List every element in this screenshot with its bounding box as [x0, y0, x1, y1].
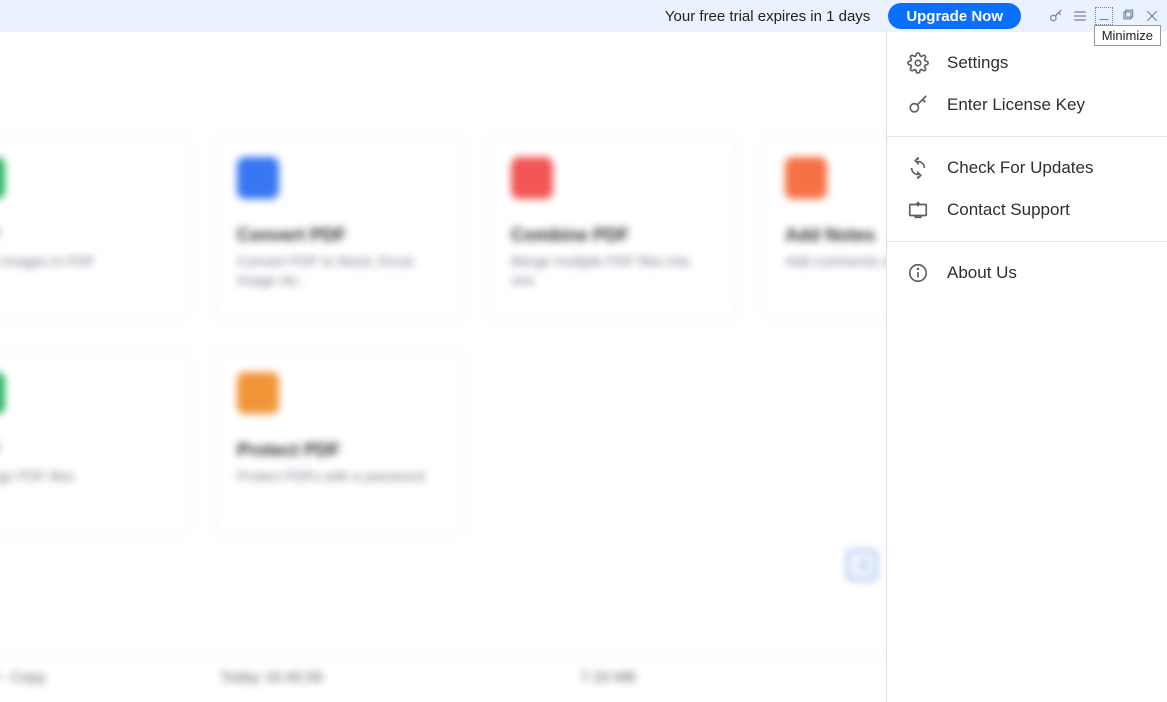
key-icon[interactable] [1047, 7, 1065, 25]
minimize-button[interactable] [1095, 7, 1113, 25]
edit-card[interactable]: PDF text & images in PDF [0, 134, 190, 319]
edit-title: PDF [0, 225, 167, 246]
menu-settings[interactable]: Settings [887, 42, 1167, 84]
recent-file-size: 7.33 MB [580, 669, 780, 686]
recent-file-name: ers of - Copy [0, 669, 220, 686]
gear-icon [907, 52, 929, 74]
trial-text: Your free trial expires in 1 days [665, 8, 870, 25]
menu-license-label: Enter License Key [947, 95, 1085, 115]
menu-support-label: Contact Support [947, 200, 1070, 220]
protect-card[interactable]: Protect PDF Protect PDFs with a password [214, 349, 464, 534]
convert-card[interactable]: Convert PDF Convert PDF to Word, Excel, … [214, 134, 464, 319]
menu-updates-label: Check For Updates [947, 158, 1093, 178]
menu-support[interactable]: Contact Support [887, 189, 1167, 231]
info-icon [907, 262, 929, 284]
refresh-icon [907, 157, 929, 179]
protect-desc: Protect PDFs with a password [237, 467, 441, 486]
combine-desc: Merge multiple PDF files into one [511, 252, 715, 290]
app-menu: Settings Enter License Key Check For Upd… [886, 32, 1167, 702]
maximize-button[interactable] [1119, 7, 1137, 25]
key-icon [907, 94, 929, 116]
recent-file-date: Today 16:46:58 [220, 669, 580, 686]
menu-license[interactable]: Enter License Key [887, 84, 1167, 126]
combine-card[interactable]: Combine PDF Merge multiple PDF files int… [488, 134, 738, 319]
close-button[interactable] [1143, 7, 1161, 25]
minimize-tooltip: Minimize [1094, 25, 1161, 46]
protect-title: Protect PDF [237, 440, 441, 461]
convert-desc: Convert PDF to Word, Excel, Image etc. [237, 252, 441, 290]
list-view-icon[interactable] [847, 550, 877, 580]
support-icon [907, 199, 929, 221]
menu-settings-label: Settings [947, 53, 1008, 73]
menu-about[interactable]: About Us [887, 252, 1167, 294]
upgrade-button[interactable]: Upgrade Now [888, 3, 1021, 29]
menu-icon[interactable] [1071, 7, 1089, 25]
edit-desc: text & images in PDF [0, 252, 167, 271]
combine-title: Combine PDF [511, 225, 715, 246]
trial-banner: Your free trial expires in 1 days Upgrad… [0, 0, 1167, 32]
sign-desc: ally sign PDF files [0, 467, 167, 486]
menu-updates[interactable]: Check For Updates [887, 147, 1167, 189]
sign-title: PDF [0, 440, 167, 461]
convert-title: Convert PDF [237, 225, 441, 246]
sign-card[interactable]: PDF ally sign PDF files [0, 349, 190, 534]
recent-file-row[interactable]: ers of - Copy Today 16:46:58 7.33 MB [0, 654, 887, 702]
window-controls [1047, 7, 1161, 25]
menu-about-label: About Us [947, 263, 1017, 283]
